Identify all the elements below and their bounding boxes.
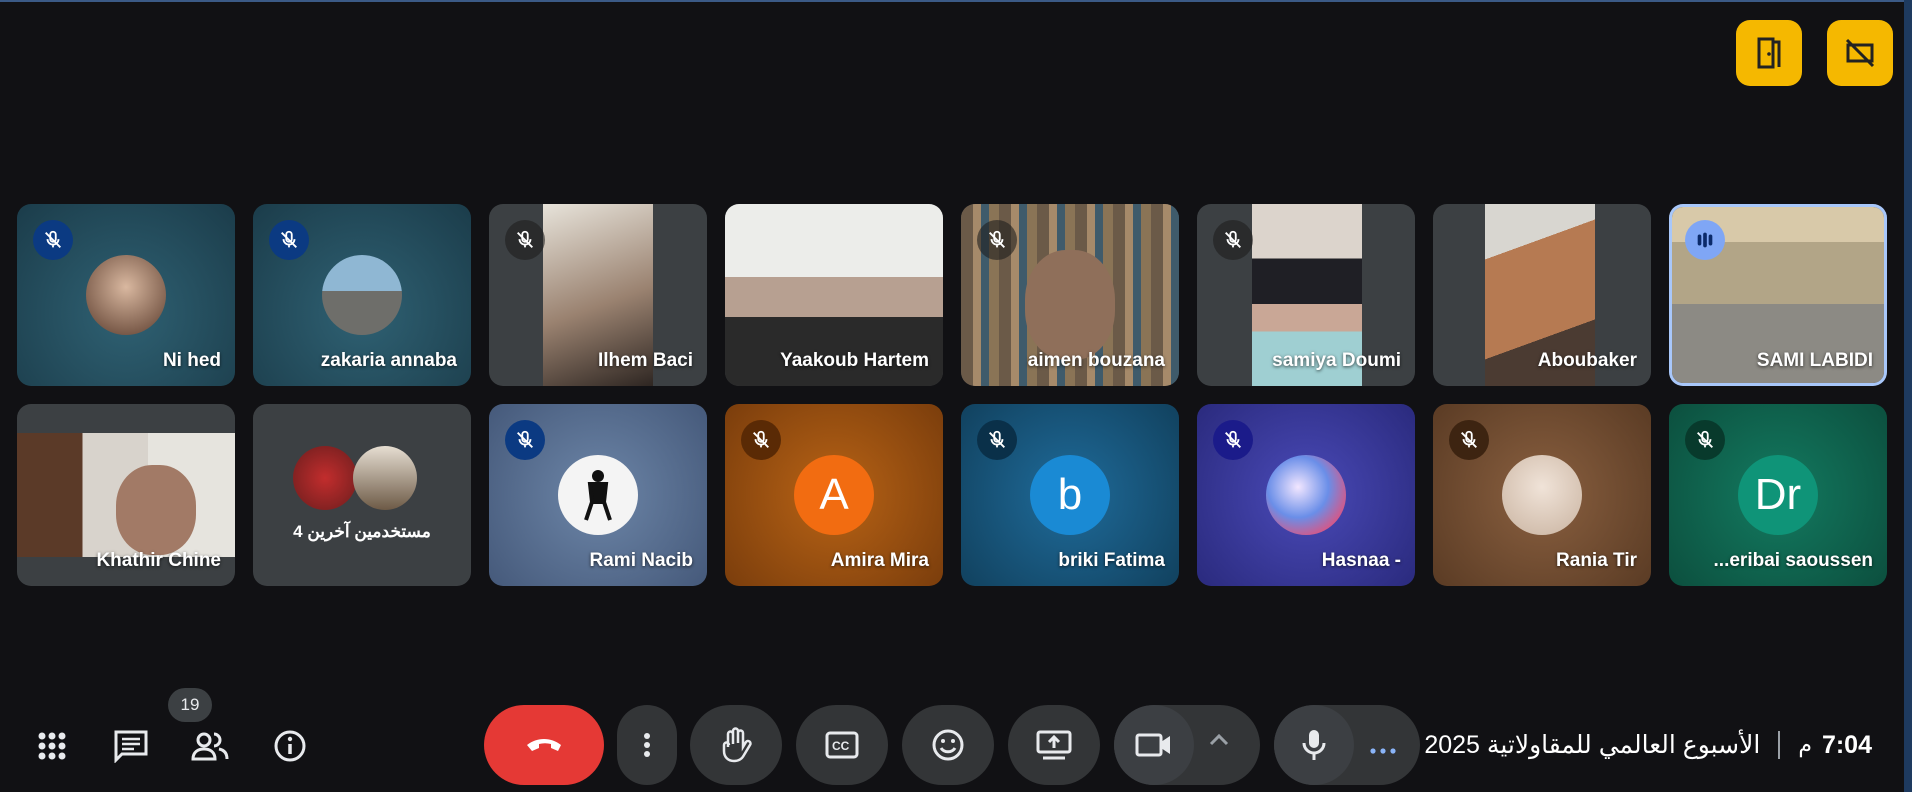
participant-name: Ilhem Baci <box>597 350 693 371</box>
avatar-initial: A <box>794 455 874 535</box>
avatar <box>322 255 402 335</box>
door-icon <box>1757 37 1781 69</box>
emoji-icon <box>932 729 964 761</box>
meeting-info-button[interactable] <box>266 722 314 770</box>
participant-name: Amira Mira <box>830 550 929 571</box>
time-period: م <box>1798 732 1812 757</box>
mic-off-icon <box>269 220 309 260</box>
mic-off-icon <box>977 220 1017 260</box>
svg-text:CC: CC <box>832 739 850 753</box>
present-screen-button[interactable] <box>1008 705 1100 785</box>
participant-name: samiya Doumi <box>1272 350 1401 371</box>
mic-off-icon <box>1213 420 1253 460</box>
participant-name: Aboubaker <box>1537 350 1637 371</box>
mic-off-icon <box>1449 420 1489 460</box>
participant-tile[interactable]: A Amira Mira <box>725 404 943 586</box>
captions-button[interactable]: CC <box>796 705 888 785</box>
top-border <box>0 0 1912 2</box>
avatar <box>558 455 638 535</box>
window-edge <box>1904 0 1912 792</box>
participant-name: SAMI LABIDI <box>1756 350 1873 371</box>
participant-tile[interactable]: samiya Doumi <box>1197 204 1415 386</box>
participant-name: Yaakoub Hartem <box>780 350 929 371</box>
microphone-button[interactable] <box>1274 705 1354 785</box>
people-count-badge: 19 <box>168 688 212 722</box>
participant-name: Rania Tir <box>1556 550 1637 571</box>
more-options-button[interactable] <box>617 705 677 785</box>
chat-button[interactable] <box>107 722 155 770</box>
captions-icon: CC <box>825 731 859 759</box>
more-horiz-icon <box>1370 748 1396 754</box>
others-count-label: 4 مستخدمين آخرين <box>293 522 431 541</box>
participant-tile-speaking[interactable]: SAMI LABIDI <box>1669 204 1887 386</box>
hangup-icon <box>527 739 561 751</box>
people-button[interactable] <box>186 722 234 770</box>
participant-tile[interactable]: Rania Tir <box>1433 404 1651 586</box>
meeting-title: الأسبوع العالمي للمقاولاتية 2025 <box>1424 731 1761 759</box>
avatar <box>1502 455 1582 535</box>
mic-off-icon <box>741 420 781 460</box>
avatar <box>353 446 417 510</box>
audio-options-button[interactable] <box>1370 741 1396 759</box>
camera-group <box>1114 705 1260 785</box>
participant-tile[interactable]: Aboubaker <box>1433 204 1651 386</box>
participant-tile[interactable]: Dr ...eribai saoussen <box>1669 404 1887 586</box>
avatar <box>293 446 357 510</box>
no-rotate-screen-icon <box>1845 38 1875 68</box>
avatar <box>86 255 166 335</box>
participant-group-tile[interactable]: 4 مستخدمين آخرين <box>253 404 471 586</box>
mic-off-icon <box>1685 420 1725 460</box>
microphone-icon <box>1302 730 1326 760</box>
participant-tile[interactable]: Ni hed <box>17 204 235 386</box>
participant-name: Khathir Chine <box>96 550 221 571</box>
participant-name: ...eribai saoussen <box>1713 550 1873 571</box>
apps-icon <box>38 732 66 760</box>
person-silhouette <box>116 465 196 555</box>
apps-button[interactable] <box>28 722 76 770</box>
mic-off-icon <box>33 220 73 260</box>
participant-name: aimen bouzana <box>1027 350 1165 371</box>
microphone-group <box>1274 705 1420 785</box>
participant-tile[interactable]: zakaria annaba <box>253 204 471 386</box>
meeting-details: الأسبوع العالمي للمقاولاتية 2025 م 7:04 <box>1424 725 1872 765</box>
speaking-indicator-icon <box>1685 220 1725 260</box>
participant-name: Ni hed <box>162 350 221 371</box>
chat-icon <box>114 730 148 763</box>
participant-tile[interactable]: Yaakoub Hartem <box>725 204 943 386</box>
info-icon <box>274 730 306 762</box>
participant-tile[interactable]: aimen bouzana <box>961 204 1179 386</box>
layout-toggle-button[interactable] <box>1827 20 1893 86</box>
participant-name: Rami Nacib <box>589 550 693 571</box>
participant-tile[interactable]: Rami Nacib <box>489 404 707 586</box>
people-icon <box>191 732 229 761</box>
mic-off-icon <box>505 420 545 460</box>
participant-tile[interactable]: Khathir Chine <box>17 404 235 586</box>
avatar <box>1266 455 1346 535</box>
participant-name: briki Fatima <box>1058 550 1165 571</box>
chevron-up-icon <box>1209 733 1229 746</box>
participant-tile[interactable]: Ilhem Baci <box>489 204 707 386</box>
participant-name: Hasnaa - <box>1321 550 1401 571</box>
participant-tile[interactable]: Hasnaa - <box>1197 404 1415 586</box>
camera-button[interactable] <box>1114 705 1194 785</box>
camera-icon <box>1135 733 1170 757</box>
more-vert-icon <box>644 733 650 757</box>
clock-time: 7:04 <box>1821 730 1872 759</box>
mic-off-icon <box>1213 220 1253 260</box>
exit-door-button[interactable] <box>1736 20 1802 86</box>
reactions-button[interactable] <box>902 705 994 785</box>
participant-tile[interactable]: b briki Fatima <box>961 404 1179 586</box>
leave-call-button[interactable] <box>484 705 604 785</box>
avatar-initial: Dr <box>1738 455 1818 535</box>
mic-off-icon <box>977 420 1017 460</box>
avatar-initial: b <box>1030 455 1110 535</box>
participant-name: zakaria annaba <box>320 350 457 371</box>
present-screen-icon <box>1036 730 1072 760</box>
divider <box>1778 731 1781 759</box>
raise-hand-button[interactable] <box>690 705 782 785</box>
person-silhouette <box>1025 250 1115 360</box>
mic-off-icon <box>505 220 545 260</box>
raise-hand-icon <box>722 727 752 763</box>
camera-options-button[interactable] <box>1208 733 1230 752</box>
